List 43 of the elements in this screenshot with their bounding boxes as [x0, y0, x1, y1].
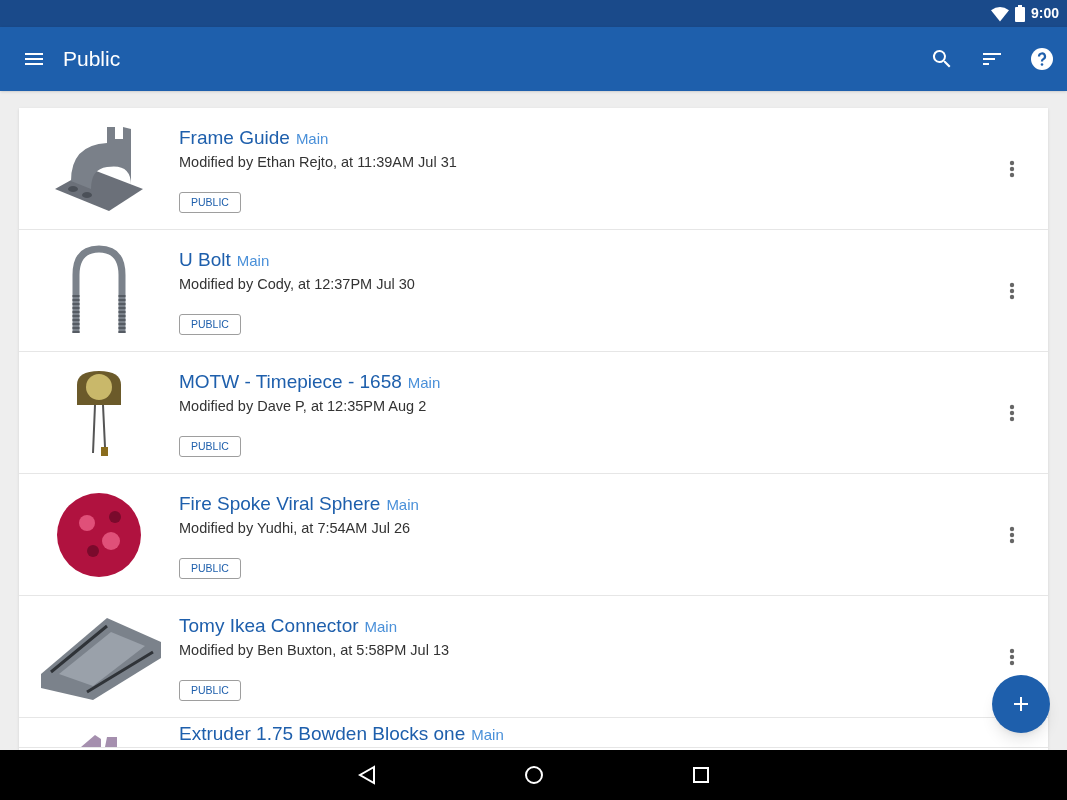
document-title: Tomy Ikea Connector [179, 614, 359, 638]
visibility-tag: PUBLIC [179, 679, 241, 701]
branch-label: Main [236, 251, 270, 271]
visibility-tag: PUBLIC [179, 557, 241, 579]
visibility-tag: PUBLIC [179, 313, 241, 335]
document-row[interactable]: Fire Spoke Viral Sphere Main Modified by Yudhi, at 7:54AM Jul 26 PUBLIC [19, 474, 1048, 596]
recents-square-icon [691, 766, 710, 784]
document-row[interactable]: Frame Guide Main Modified by Ethan Rejto, at 11:39AM Jul 31 PUBLIC [19, 108, 1048, 230]
modified-info: Modified by Yudhi, at 7:54AM Jul 26 [179, 518, 412, 538]
more-vertical-icon [1009, 281, 1015, 300]
back-button[interactable] [357, 765, 376, 785]
document-title: Fire Spoke Viral Sphere [179, 492, 381, 516]
visibility-tag: PUBLIC [179, 191, 241, 213]
more-vertical-icon [1009, 159, 1015, 178]
branch-label: Main [386, 495, 419, 515]
recents-button[interactable] [691, 766, 710, 784]
back-triangle-icon [357, 765, 376, 785]
modified-info: Modified by Ethan Rejto, at 11:39AM Jul 31 [179, 152, 457, 172]
branch-label: Main [364, 617, 398, 637]
home-circle-icon [523, 765, 544, 785]
battery-icon [1014, 5, 1025, 22]
home-button[interactable] [523, 765, 544, 785]
document-title: U Bolt [179, 248, 231, 272]
document-title: MOTW - Timepiece - 1658 [179, 370, 402, 394]
visibility-tag: PUBLIC [179, 435, 241, 457]
document-row[interactable]: U Bolt Main Modified by Cody, at 12:37PM Jul 30 PUBLIC [19, 230, 1048, 352]
more-vertical-icon [1009, 525, 1015, 544]
modified-info: Modified by Cody, at 12:37PM Jul 30 [179, 274, 415, 294]
screen-title: Public [63, 46, 121, 73]
branch-label: Main [295, 129, 329, 149]
modified-info: Modified by Dave P, at 12:35PM Aug 2 [179, 396, 428, 416]
document-row[interactable]: MOTW - Timepiece - 1658 Main Modified by Dave P, at 12:35PM Aug 2 PUBLIC [19, 352, 1048, 474]
branch-label: Main [407, 373, 441, 393]
more-vertical-icon [1009, 403, 1015, 422]
wifi-icon [990, 5, 1009, 22]
branch-label: Main [471, 725, 504, 745]
more-vertical-icon [1009, 647, 1015, 666]
clock-time: 9:00 [1030, 4, 1059, 23]
help-icon [1030, 47, 1054, 71]
modified-info: Modified by Ben Buxton, at 5:58PM Jul 13 [179, 640, 450, 660]
document-title: Frame Guide [179, 126, 290, 150]
help-button[interactable] [1030, 47, 1054, 71]
document-title: Extruder 1.75 Bowden Blocks one [179, 722, 466, 746]
